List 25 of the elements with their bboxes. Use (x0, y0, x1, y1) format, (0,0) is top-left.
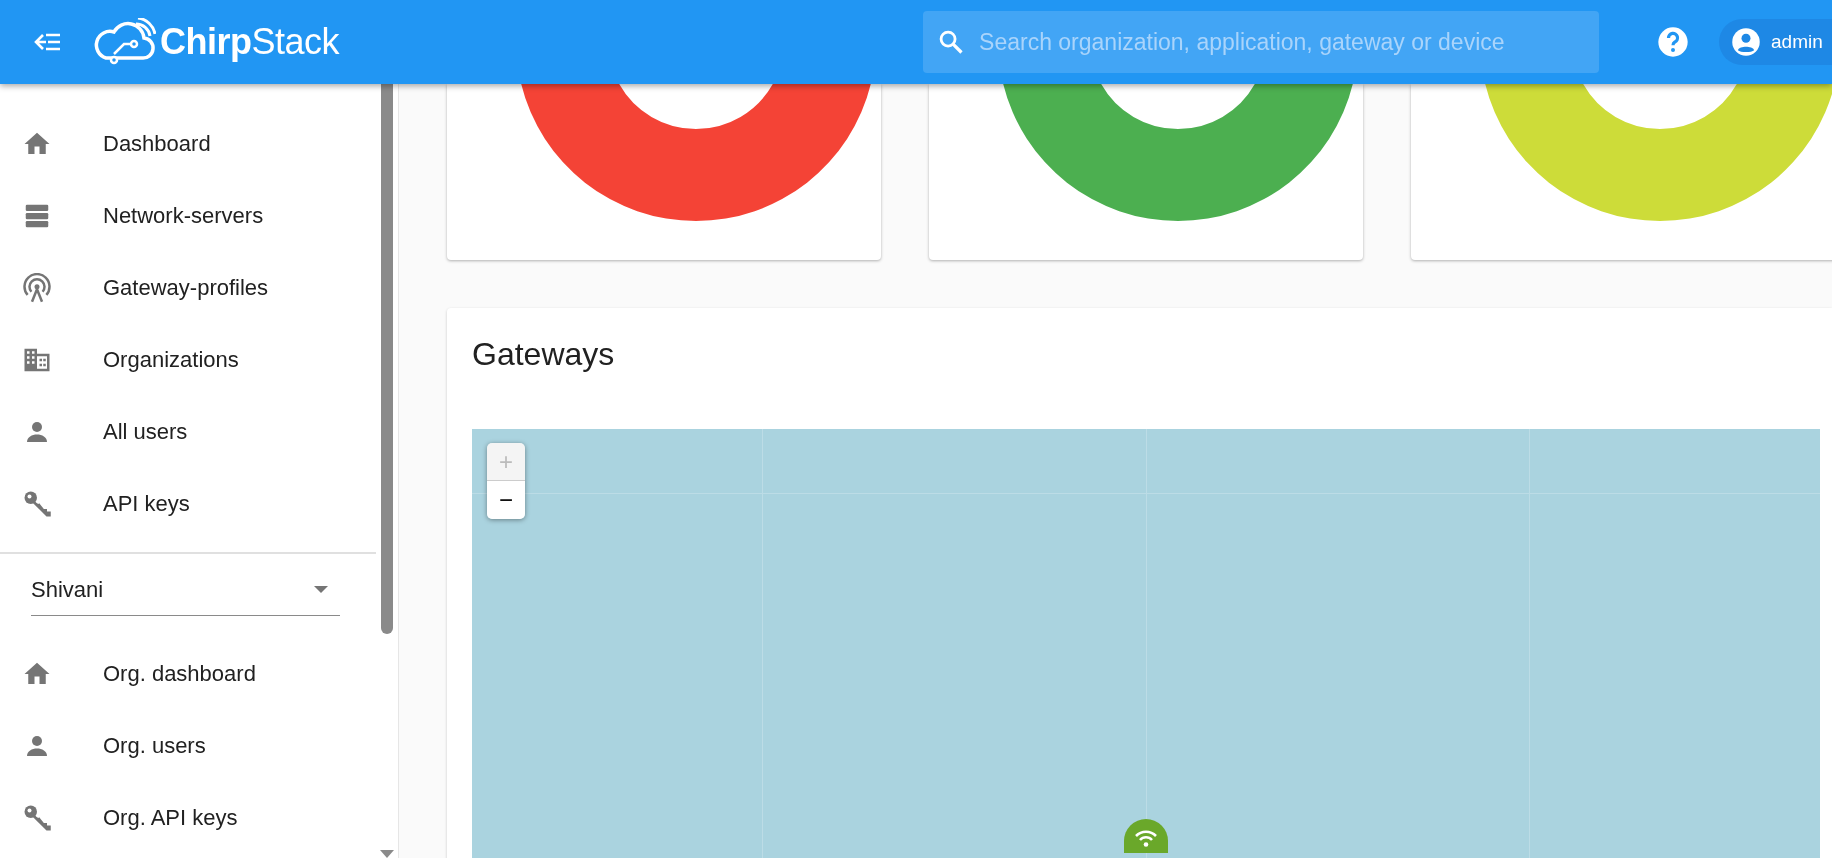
card-title: Gateways (472, 335, 616, 374)
search-field[interactable]: Search organization, application, gateway or device (923, 11, 1600, 73)
key-icon (22, 803, 52, 833)
user-menu-button[interactable]: admin (1719, 19, 1832, 65)
nav-item[interactable]: Gateway-profiles (0, 252, 376, 324)
key-icon (22, 489, 52, 519)
scroll-down-arrow-icon[interactable] (380, 850, 394, 858)
nav-item[interactable]: Org. users (0, 710, 376, 782)
zoom-out-button[interactable]: − (487, 481, 525, 519)
scrollbar-thumb[interactable] (381, 84, 393, 634)
dropdown-caret-icon (314, 585, 328, 594)
cloud-logo-icon (92, 18, 156, 66)
account-icon (1731, 27, 1762, 57)
nav-item[interactable]: Org. API keys (0, 782, 376, 854)
organization-select[interactable]: Shivani (31, 564, 340, 616)
nav-item[interactable]: Organizations (0, 324, 376, 396)
collapse-menu-icon[interactable] (34, 32, 62, 52)
help-icon[interactable] (1657, 26, 1690, 58)
nav-item[interactable]: API keys (0, 468, 376, 540)
nav-item[interactable]: Network-servers (0, 180, 376, 252)
gateway-marker-icon[interactable] (1124, 819, 1168, 853)
nav-item[interactable]: Org. dashboard (0, 638, 376, 710)
antenna-icon (22, 273, 52, 303)
nav-item[interactable]: Dashboard (0, 108, 376, 180)
nav-item[interactable]: All users (0, 396, 376, 468)
